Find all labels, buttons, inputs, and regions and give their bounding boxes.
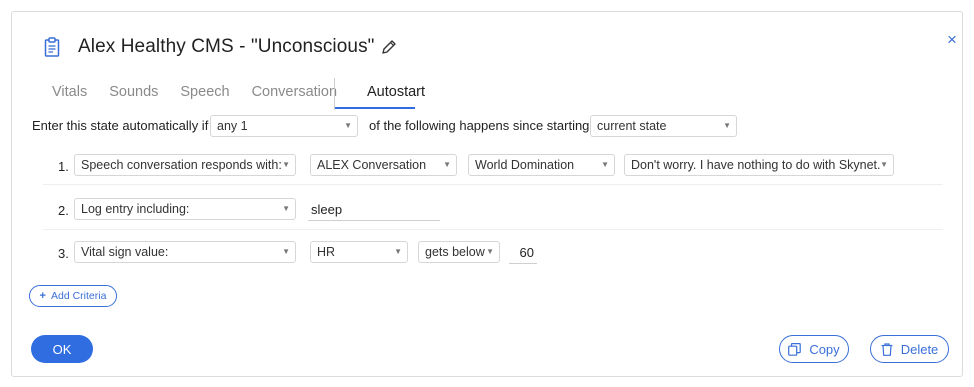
add-criteria-button[interactable]: + Add Criteria bbox=[29, 285, 117, 307]
condition-prefix: Enter this state automatically if bbox=[32, 118, 209, 133]
criterion-type-select[interactable]: Vital sign value: ▼ bbox=[74, 241, 296, 263]
criterion-type-select[interactable]: Log entry including: ▼ bbox=[74, 198, 296, 220]
chevron-down-icon: ▼ bbox=[344, 121, 352, 130]
reference-value: current state bbox=[597, 119, 667, 133]
threshold-input[interactable]: 60 bbox=[509, 245, 537, 264]
copy-icon bbox=[788, 342, 802, 356]
ok-button[interactable]: OK bbox=[31, 335, 93, 363]
delete-button[interactable]: Delete bbox=[870, 335, 949, 363]
topic-select[interactable]: World Domination ▼ bbox=[468, 154, 615, 176]
criterion-type-value: Vital sign value: bbox=[81, 245, 169, 259]
chevron-down-icon: ▼ bbox=[394, 247, 402, 256]
delete-label: Delete bbox=[900, 341, 939, 357]
tab-sounds[interactable]: Sounds bbox=[109, 84, 158, 110]
dialog-title: Alex Healthy CMS - "Unconscious" bbox=[78, 36, 375, 57]
vital-select[interactable]: HR ▼ bbox=[310, 241, 408, 263]
copy-button[interactable]: Copy bbox=[779, 335, 849, 363]
chevron-down-icon: ▼ bbox=[880, 160, 888, 169]
criterion-number: 1. bbox=[58, 159, 69, 174]
pencil-icon[interactable] bbox=[381, 39, 397, 55]
topic-value: World Domination bbox=[475, 158, 575, 172]
quantifier-value: any 1 bbox=[217, 119, 248, 133]
plus-icon: + bbox=[39, 290, 46, 302]
ok-label: OK bbox=[52, 341, 72, 357]
active-tab-indicator bbox=[335, 107, 415, 109]
chevron-down-icon: ▼ bbox=[601, 160, 609, 169]
chevron-down-icon: ▼ bbox=[282, 247, 290, 256]
add-criteria-label: Add Criteria bbox=[50, 290, 107, 302]
chevron-down-icon: ▼ bbox=[282, 204, 290, 213]
chevron-down-icon: ▼ bbox=[723, 121, 731, 130]
tab-conversation[interactable]: Conversation bbox=[252, 84, 337, 110]
dialog-header: Alex Healthy CMS - "Unconscious" bbox=[44, 34, 397, 60]
quantifier-select[interactable]: any 1 ▼ bbox=[210, 115, 358, 137]
chevron-down-icon: ▼ bbox=[486, 247, 494, 256]
criterion-type-value: Log entry including: bbox=[81, 202, 190, 216]
conversation-select[interactable]: ALEX Conversation ▼ bbox=[310, 154, 457, 176]
condition-middle: of the following happens since starting bbox=[369, 118, 590, 133]
row-divider bbox=[43, 184, 943, 185]
row-divider bbox=[43, 229, 943, 230]
clipboard-icon bbox=[44, 37, 60, 57]
tab-speech[interactable]: Speech bbox=[180, 84, 229, 110]
criterion-type-value: Speech conversation responds with: bbox=[81, 158, 282, 172]
vital-value: HR bbox=[317, 245, 336, 259]
comparison-value: gets below bbox=[425, 245, 485, 259]
chevron-down-icon: ▼ bbox=[282, 160, 290, 169]
criterion-number: 3. bbox=[58, 246, 69, 261]
response-value: Don't worry. I have nothing to do with S… bbox=[631, 158, 881, 172]
reference-select[interactable]: current state ▼ bbox=[590, 115, 737, 137]
criterion-type-select[interactable]: Speech conversation responds with: ▼ bbox=[74, 154, 296, 176]
copy-label: Copy bbox=[809, 341, 840, 357]
trash-icon bbox=[881, 342, 893, 356]
tab-divider bbox=[334, 78, 335, 110]
tab-vitals[interactable]: Vitals bbox=[52, 84, 87, 110]
comparison-select[interactable]: gets below ▼ bbox=[418, 241, 500, 263]
conversation-value: ALEX Conversation bbox=[317, 158, 427, 172]
response-select[interactable]: Don't worry. I have nothing to do with S… bbox=[624, 154, 894, 176]
state-dialog: × Alex Healthy CMS - "Unconscious" Vital… bbox=[11, 11, 963, 377]
close-icon[interactable]: × bbox=[947, 31, 957, 48]
criterion-number: 2. bbox=[58, 203, 69, 218]
log-text-input[interactable]: sleep bbox=[308, 202, 440, 221]
chevron-down-icon: ▼ bbox=[443, 160, 451, 169]
